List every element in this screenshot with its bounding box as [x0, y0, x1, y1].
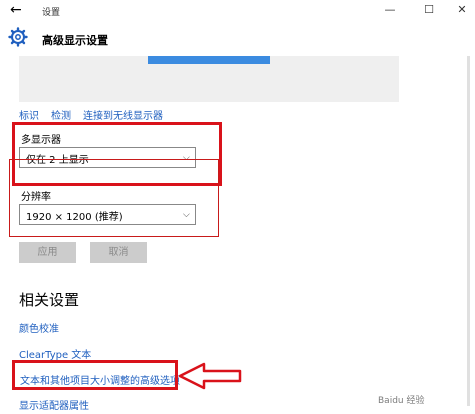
cancel-button[interactable]: 取消 — [90, 242, 147, 263]
color-calibration-link[interactable]: 颜色校准 — [19, 320, 59, 335]
app-title: 设置 — [42, 8, 61, 18]
maximize-button[interactable]: ☐ — [417, 3, 441, 16]
display-adapter-properties-link[interactable]: 显示适配器属性 — [19, 397, 89, 412]
minimize-button[interactable]: — — [378, 3, 402, 16]
related-settings-title: 相关设置 — [19, 291, 80, 309]
connect-wireless-display-link[interactable]: 连接到无线显示器 — [83, 107, 163, 122]
scrollbar[interactable] — [467, 56, 470, 406]
gear-icon — [8, 27, 28, 47]
display-monitor-tile[interactable] — [148, 56, 270, 64]
title-bar: ← 设置 — ☐ ✕ — [0, 0, 475, 22]
close-button[interactable]: ✕ — [450, 3, 474, 16]
page-title: 高级显示设置 — [42, 34, 108, 47]
page-header: 高级显示设置 — [0, 22, 475, 56]
apply-button[interactable]: 应用 — [19, 242, 76, 263]
cleartype-text-link[interactable]: ClearType 文本 — [19, 346, 91, 361]
highlight-box-advanced-link — [12, 360, 178, 390]
back-arrow-icon[interactable]: ← — [10, 2, 22, 18]
detect-link[interactable]: 检测 — [51, 107, 71, 122]
arrow-left-icon — [178, 362, 242, 390]
watermark-text: Baidu 经验 — [378, 396, 425, 406]
highlight-box-resolution — [9, 159, 219, 237]
identify-link[interactable]: 标识 — [19, 107, 39, 122]
